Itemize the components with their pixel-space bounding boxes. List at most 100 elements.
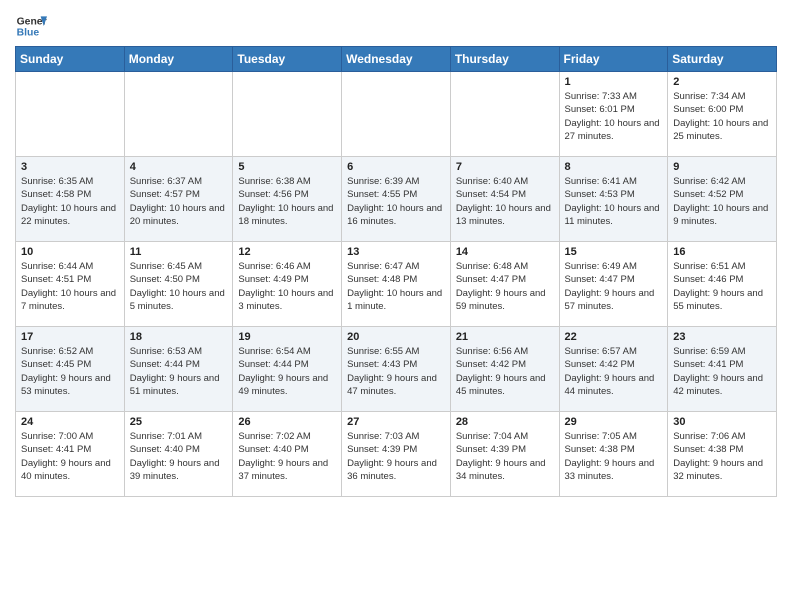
calendar-week-5: 24Sunrise: 7:00 AM Sunset: 4:41 PM Dayli… xyxy=(16,412,777,497)
calendar-cell: 23Sunrise: 6:59 AM Sunset: 4:41 PM Dayli… xyxy=(668,327,777,412)
day-info: Sunrise: 7:05 AM Sunset: 4:38 PM Dayligh… xyxy=(565,430,663,483)
calendar-week-4: 17Sunrise: 6:52 AM Sunset: 4:45 PM Dayli… xyxy=(16,327,777,412)
day-info: Sunrise: 6:54 AM Sunset: 4:44 PM Dayligh… xyxy=(238,345,336,398)
day-info: Sunrise: 6:51 AM Sunset: 4:46 PM Dayligh… xyxy=(673,260,771,313)
calendar-cell xyxy=(16,72,125,157)
day-info: Sunrise: 7:03 AM Sunset: 4:39 PM Dayligh… xyxy=(347,430,445,483)
calendar-cell xyxy=(450,72,559,157)
day-info: Sunrise: 6:48 AM Sunset: 4:47 PM Dayligh… xyxy=(456,260,554,313)
calendar-week-1: 1Sunrise: 7:33 AM Sunset: 6:01 PM Daylig… xyxy=(16,72,777,157)
day-info: Sunrise: 6:44 AM Sunset: 4:51 PM Dayligh… xyxy=(21,260,119,313)
calendar-cell: 15 Sunrise: 6:49 AM Sunset: 4:47 PM Dayli… xyxy=(559,242,668,327)
day-number: 26 xyxy=(238,416,336,428)
calendar-cell: 29 Sunrise: 7:05 AM Sunset: 4:38 PM Dayli… xyxy=(559,412,668,497)
calendar-cell: 10 Sunrise: 6:44 AM Sunset: 4:51 PM Dayli… xyxy=(16,242,125,327)
day-number: 3 xyxy=(21,161,119,173)
day-number: 8 xyxy=(565,161,663,173)
day-info: Sunrise: 7:06 AM Sunset: 4:38 PM Dayligh… xyxy=(673,430,771,483)
day-number: 20 xyxy=(347,331,445,343)
day-number: 10 xyxy=(21,246,119,258)
calendar-cell: 4 Sunrise: 6:37 AM Sunset: 4:57 PM Daylig… xyxy=(124,157,233,242)
day-number: 17 xyxy=(21,331,119,343)
day-info: Sunrise: 6:40 AM Sunset: 4:54 PM Dayligh… xyxy=(456,175,554,228)
day-info: Sunrise: 6:53 AM Sunset: 4:44 PM Dayligh… xyxy=(130,345,228,398)
column-header-tuesday: Tuesday xyxy=(233,47,342,72)
calendar-cell xyxy=(342,72,451,157)
day-number: 13 xyxy=(347,246,445,258)
calendar-cell: 6 Sunrise: 6:39 AM Sunset: 4:55 PM Daylig… xyxy=(342,157,451,242)
day-number: 9 xyxy=(673,161,771,173)
day-number: 25 xyxy=(130,416,228,428)
day-number: 12 xyxy=(238,246,336,258)
day-number: 23 xyxy=(673,331,771,343)
day-number: 11 xyxy=(130,246,228,258)
logo: General Blue xyxy=(15,10,47,42)
day-number: 5 xyxy=(238,161,336,173)
calendar-table: SundayMondayTuesdayWednesdayThursdayFrid… xyxy=(15,46,777,497)
column-header-saturday: Saturday xyxy=(668,47,777,72)
calendar-cell: 7 Sunrise: 6:40 AM Sunset: 4:54 PM Daylig… xyxy=(450,157,559,242)
day-info: Sunrise: 7:00 AM Sunset: 4:41 PM Dayligh… xyxy=(21,430,119,483)
day-info: Sunrise: 6:49 AM Sunset: 4:47 PM Dayligh… xyxy=(565,260,663,313)
calendar-cell: 26 Sunrise: 7:02 AM Sunset: 4:40 PM Dayli… xyxy=(233,412,342,497)
column-header-wednesday: Wednesday xyxy=(342,47,451,72)
day-info: Sunrise: 6:47 AM Sunset: 4:48 PM Dayligh… xyxy=(347,260,445,313)
day-info: Sunrise: 7:01 AM Sunset: 4:40 PM Dayligh… xyxy=(130,430,228,483)
day-info: Sunrise: 6:46 AM Sunset: 4:49 PM Dayligh… xyxy=(238,260,336,313)
day-number: 2 xyxy=(673,76,771,88)
calendar-header: SundayMondayTuesdayWednesdayThursdayFrid… xyxy=(16,47,777,72)
day-info: Sunrise: 6:57 AM Sunset: 4:42 PM Dayligh… xyxy=(565,345,663,398)
calendar-cell: 5 Sunrise: 6:38 AM Sunset: 4:56 PM Daylig… xyxy=(233,157,342,242)
calendar-cell: 21Sunrise: 6:56 AM Sunset: 4:42 PM Dayli… xyxy=(450,327,559,412)
day-info: Sunrise: 7:02 AM Sunset: 4:40 PM Dayligh… xyxy=(238,430,336,483)
day-info: Sunrise: 6:37 AM Sunset: 4:57 PM Dayligh… xyxy=(130,175,228,228)
day-info: Sunrise: 6:42 AM Sunset: 4:52 PM Dayligh… xyxy=(673,175,771,228)
day-number: 6 xyxy=(347,161,445,173)
svg-text:Blue: Blue xyxy=(17,28,40,39)
day-info: Sunrise: 7:04 AM Sunset: 4:39 PM Dayligh… xyxy=(456,430,554,483)
column-header-thursday: Thursday xyxy=(450,47,559,72)
day-number: 28 xyxy=(456,416,554,428)
calendar-body: 1Sunrise: 7:33 AM Sunset: 6:01 PM Daylig… xyxy=(16,72,777,497)
calendar-cell: 1Sunrise: 7:33 AM Sunset: 6:01 PM Daylig… xyxy=(559,72,668,157)
calendar-week-3: 10 Sunrise: 6:44 AM Sunset: 4:51 PM Dayli… xyxy=(16,242,777,327)
column-header-friday: Friday xyxy=(559,47,668,72)
day-info: Sunrise: 6:38 AM Sunset: 4:56 PM Dayligh… xyxy=(238,175,336,228)
day-info: Sunrise: 6:39 AM Sunset: 4:55 PM Dayligh… xyxy=(347,175,445,228)
calendar-cell xyxy=(124,72,233,157)
column-header-sunday: Sunday xyxy=(16,47,125,72)
day-number: 27 xyxy=(347,416,445,428)
calendar-cell xyxy=(233,72,342,157)
calendar-cell: 13 Sunrise: 6:47 AM Sunset: 4:48 PM Dayli… xyxy=(342,242,451,327)
calendar-cell: 2Sunrise: 7:34 AM Sunset: 6:00 PM Daylig… xyxy=(668,72,777,157)
calendar-cell: 8 Sunrise: 6:41 AM Sunset: 4:53 PM Daylig… xyxy=(559,157,668,242)
day-number: 22 xyxy=(565,331,663,343)
calendar-cell: 24Sunrise: 7:00 AM Sunset: 4:41 PM Dayli… xyxy=(16,412,125,497)
calendar-cell: 18Sunrise: 6:53 AM Sunset: 4:44 PM Dayli… xyxy=(124,327,233,412)
calendar-cell: 25 Sunrise: 7:01 AM Sunset: 4:40 PM Dayli… xyxy=(124,412,233,497)
calendar-cell: 14 Sunrise: 6:48 AM Sunset: 4:47 PM Dayli… xyxy=(450,242,559,327)
page-header: General Blue xyxy=(15,10,777,42)
header-row: SundayMondayTuesdayWednesdayThursdayFrid… xyxy=(16,47,777,72)
calendar-cell: 30Sunrise: 7:06 AM Sunset: 4:38 PM Dayli… xyxy=(668,412,777,497)
day-info: Sunrise: 6:41 AM Sunset: 4:53 PM Dayligh… xyxy=(565,175,663,228)
day-number: 14 xyxy=(456,246,554,258)
day-number: 21 xyxy=(456,331,554,343)
day-number: 29 xyxy=(565,416,663,428)
day-number: 7 xyxy=(456,161,554,173)
calendar-week-2: 3Sunrise: 6:35 AM Sunset: 4:58 PM Daylig… xyxy=(16,157,777,242)
calendar-cell: 11 Sunrise: 6:45 AM Sunset: 4:50 PM Dayli… xyxy=(124,242,233,327)
calendar-cell: 12 Sunrise: 6:46 AM Sunset: 4:49 PM Dayli… xyxy=(233,242,342,327)
day-number: 4 xyxy=(130,161,228,173)
calendar-cell: 16Sunrise: 6:51 AM Sunset: 4:46 PM Dayli… xyxy=(668,242,777,327)
calendar-cell: 19 Sunrise: 6:54 AM Sunset: 4:44 PM Dayli… xyxy=(233,327,342,412)
calendar-cell: 20Sunrise: 6:55 AM Sunset: 4:43 PM Dayli… xyxy=(342,327,451,412)
calendar-cell: 27 Sunrise: 7:03 AM Sunset: 4:39 PM Dayli… xyxy=(342,412,451,497)
day-number: 19 xyxy=(238,331,336,343)
day-info: Sunrise: 6:45 AM Sunset: 4:50 PM Dayligh… xyxy=(130,260,228,313)
calendar-cell: 17Sunrise: 6:52 AM Sunset: 4:45 PM Dayli… xyxy=(16,327,125,412)
day-number: 15 xyxy=(565,246,663,258)
day-number: 1 xyxy=(565,76,663,88)
calendar-cell: 22 Sunrise: 6:57 AM Sunset: 4:42 PM Dayli… xyxy=(559,327,668,412)
column-header-monday: Monday xyxy=(124,47,233,72)
